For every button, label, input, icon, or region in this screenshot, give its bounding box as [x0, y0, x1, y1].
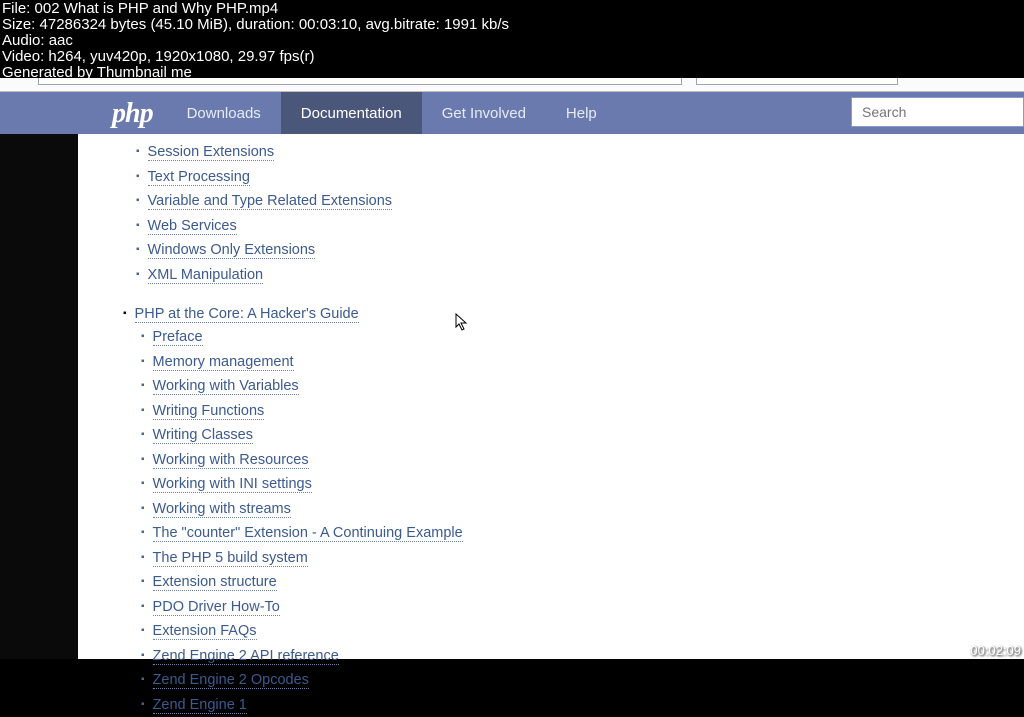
nav-get-involved[interactable]: Get Involved [422, 92, 546, 134]
frame-timestamp: 00:02:09 [970, 643, 1021, 658]
nav-documentation[interactable]: Documentation [281, 92, 422, 134]
browser-search-fragment[interactable] [696, 78, 898, 85]
hacker-link-4[interactable]: Writing Classes [153, 427, 253, 444]
nav-help[interactable]: Help [546, 92, 617, 134]
meta-video: Video: h264, yuv420p, 1920x1080, 29.97 f… [2, 49, 1022, 65]
hacker-link-2[interactable]: Working with Variables [153, 378, 299, 395]
hacker-link-8[interactable]: The "counter" Extension - A Continuing E… [153, 525, 463, 542]
extension-list-top: Session Extensions Text Processing Variabl… [136, 142, 1024, 287]
hacker-link-11[interactable]: PDO Driver How-To [153, 599, 280, 616]
hacker-link-12[interactable]: Extension FAQs [153, 623, 257, 640]
meta-file: File: 002 What is PHP and Why PHP.mp4 [2, 1, 1022, 17]
doc-link-1[interactable]: Text Processing [148, 169, 250, 186]
search-input[interactable] [851, 97, 1024, 127]
nav-downloads[interactable]: Downloads [167, 92, 281, 134]
left-black-margin [0, 92, 78, 659]
hacker-link-5[interactable]: Working with Resources [153, 452, 309, 469]
thumbnail-meta: File: 002 What is PHP and Why PHP.mp4 Si… [0, 0, 1024, 81]
doc-link-5[interactable]: XML Manipulation [148, 267, 264, 284]
meta-size: Size: 47286324 bytes (45.10 MiB), durati… [2, 17, 1022, 33]
section-list: PHP at the Core: A Hacker's Guide Prefac… [123, 305, 1024, 717]
hacker-link-14[interactable]: Zend Engine 2 Opcodes [153, 672, 309, 689]
section-hackers-guide[interactable]: PHP at the Core: A Hacker's Guide [135, 306, 359, 323]
documentation-content: Session Extensions Text Processing Variabl… [78, 134, 1024, 659]
address-bar-fragment[interactable] [38, 78, 682, 85]
hacker-link-9[interactable]: The PHP 5 build system [153, 550, 308, 567]
doc-link-2[interactable]: Variable and Type Related Extensions [148, 193, 393, 210]
hacker-link-6[interactable]: Working with INI settings [153, 476, 312, 493]
doc-link-0[interactable]: Session Extensions [148, 144, 275, 161]
doc-link-4[interactable]: Windows Only Extensions [148, 242, 316, 259]
hacker-link-3[interactable]: Writing Functions [153, 403, 265, 420]
hacker-link-15[interactable]: Zend Engine 1 [153, 697, 247, 714]
hacker-link-0[interactable]: Preface [153, 329, 203, 346]
hacker-link-10[interactable]: Extension structure [153, 574, 277, 591]
hacker-link-7[interactable]: Working with streams [153, 501, 291, 518]
doc-link-3[interactable]: Web Services [148, 218, 237, 235]
hacker-link-13[interactable]: Zend Engine 2 API reference [153, 648, 339, 665]
hacker-link-1[interactable]: Memory management [153, 354, 294, 371]
site-navbar: php Downloads Documentation Get Involved… [0, 92, 1024, 134]
page-body: php Downloads Documentation Get Involved… [0, 92, 1024, 659]
meta-audio: Audio: aac [2, 33, 1022, 49]
php-logo[interactable]: php [98, 92, 167, 134]
